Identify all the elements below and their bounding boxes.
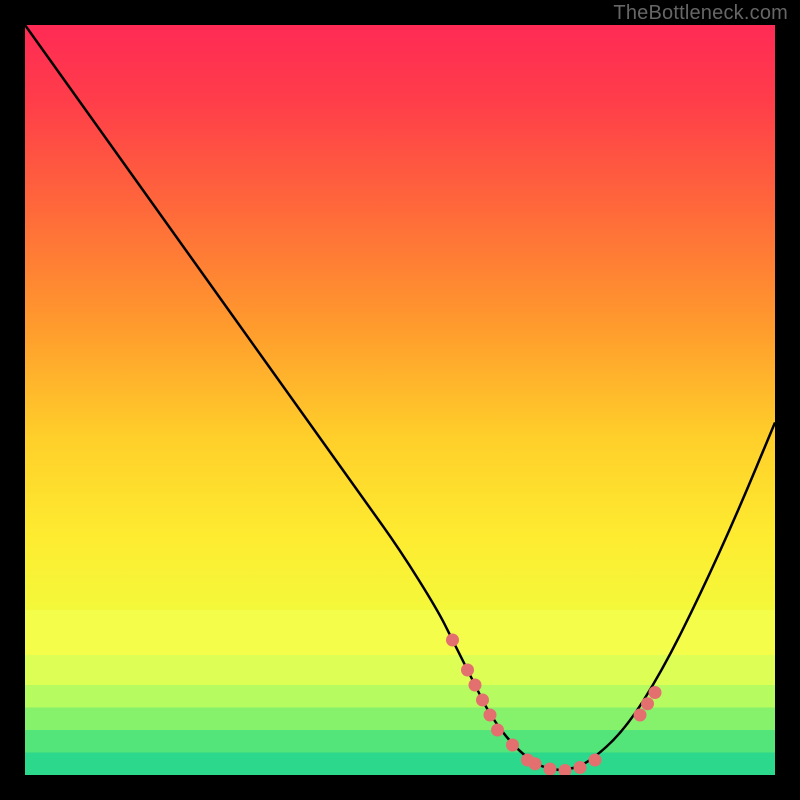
data-marker xyxy=(469,679,482,692)
chart-svg xyxy=(25,25,775,775)
bottom-bands xyxy=(25,610,775,775)
data-marker xyxy=(634,709,647,722)
data-marker xyxy=(491,724,504,737)
data-marker xyxy=(476,694,489,707)
data-marker xyxy=(461,664,474,677)
data-marker xyxy=(589,754,602,767)
band xyxy=(25,708,775,731)
data-marker xyxy=(529,757,542,770)
band xyxy=(25,753,775,776)
data-marker xyxy=(641,697,654,710)
data-marker xyxy=(446,634,459,647)
data-marker xyxy=(506,739,519,752)
data-marker xyxy=(649,686,662,699)
band xyxy=(25,610,775,655)
watermark-text: TheBottleneck.com xyxy=(613,2,788,25)
band xyxy=(25,685,775,708)
data-marker xyxy=(544,763,557,776)
data-marker xyxy=(574,761,587,774)
chart-frame: TheBottleneck.com xyxy=(0,0,800,800)
plot-area xyxy=(25,25,775,775)
data-marker xyxy=(484,709,497,722)
band xyxy=(25,730,775,753)
